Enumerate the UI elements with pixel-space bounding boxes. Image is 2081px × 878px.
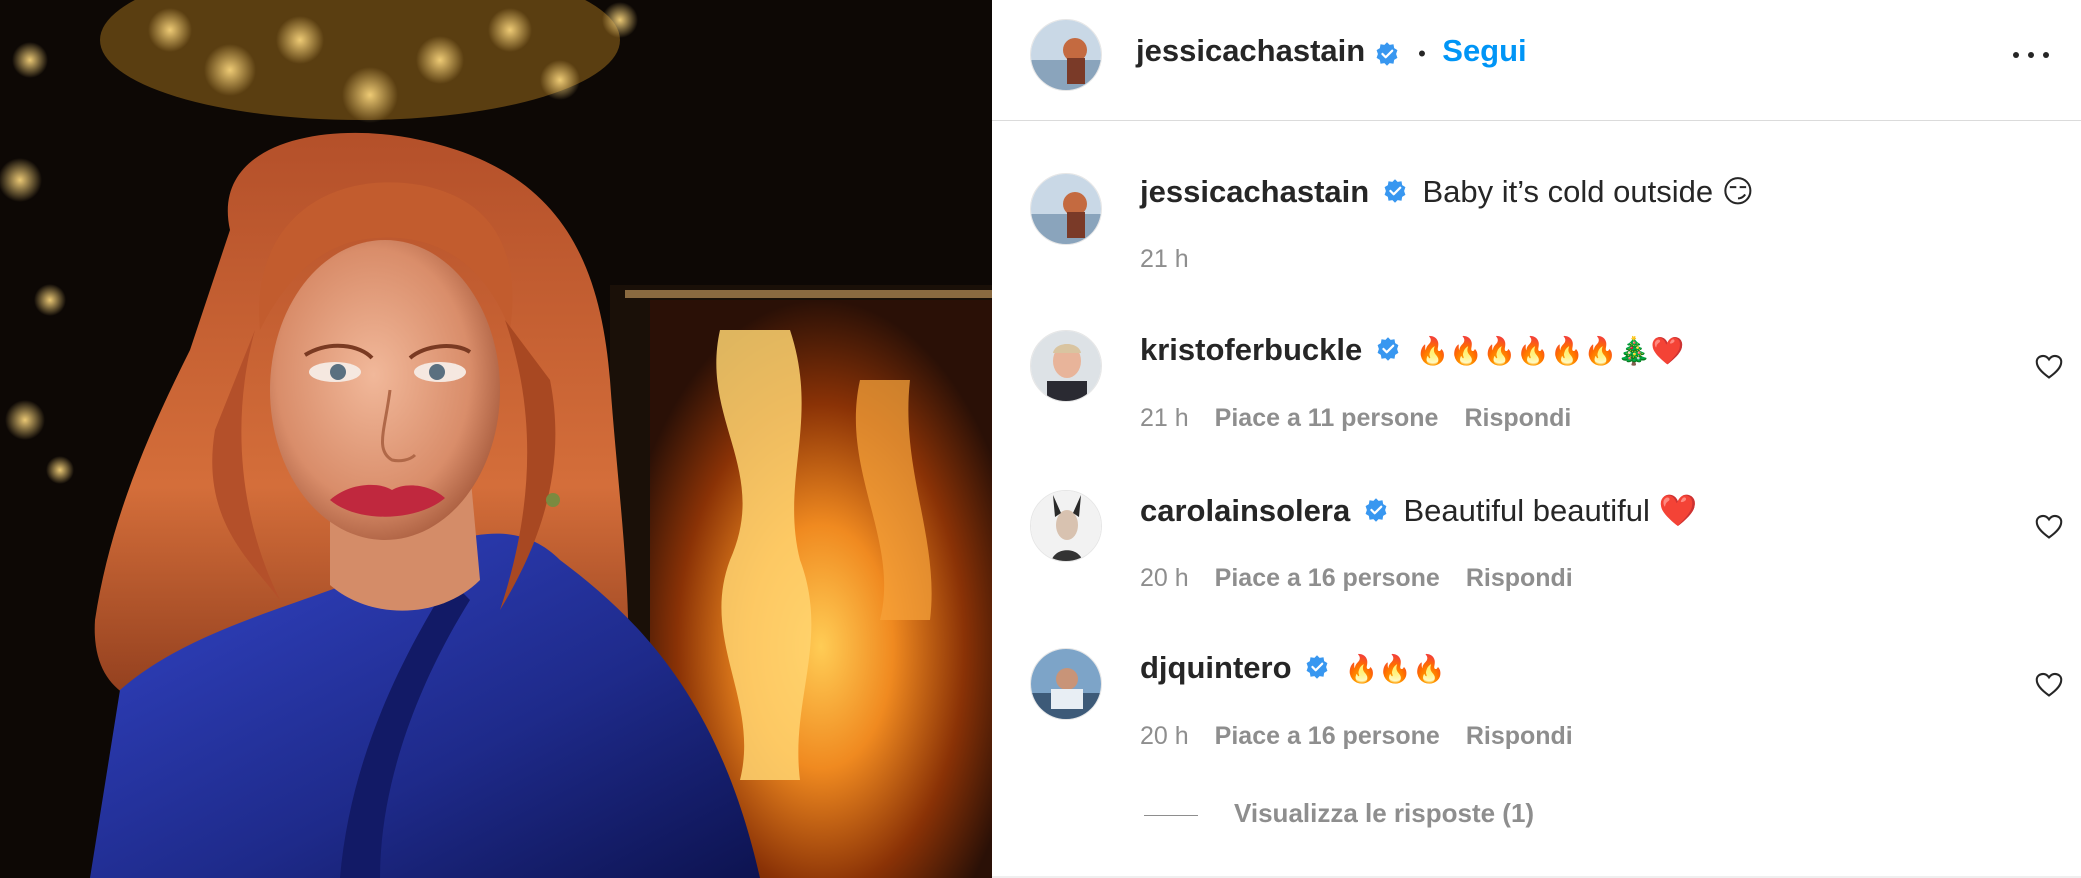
- comment-text: 🔥🔥🔥: [1344, 654, 1446, 685]
- reply-button[interactable]: Rispondi: [1464, 404, 1571, 432]
- comment-text: 🔥🔥🔥🔥🔥🔥🎄❤️: [1415, 336, 1685, 367]
- comment-row: carolainsolera Beautiful beautiful ❤️ 20…: [992, 490, 2081, 600]
- avatar-image: [1031, 331, 1101, 401]
- comment-username[interactable]: djquintero: [1140, 650, 1292, 685]
- view-replies-label: Visualizza le risposte (1): [1234, 798, 1535, 828]
- post-header: jessicachastain • Segui: [992, 0, 2081, 121]
- avatar-image: [1031, 20, 1101, 90]
- comment-line: carolainsolera Beautiful beautiful ❤️: [1140, 492, 1697, 529]
- comment-line: djquintero 🔥🔥🔥: [1140, 650, 1446, 686]
- caption-time[interactable]: 21 h: [1140, 245, 1189, 273]
- reply-button[interactable]: Rispondi: [1466, 564, 1573, 592]
- avatar-image: [1031, 491, 1101, 561]
- follow-button[interactable]: Segui: [1442, 33, 1526, 68]
- caption-text: Baby it’s cold outside 😏: [1422, 174, 1755, 209]
- reply-button[interactable]: Rispondi: [1466, 722, 1573, 750]
- avatar-image: [1031, 174, 1101, 244]
- comment-text: Beautiful beautiful ❤️: [1403, 493, 1698, 528]
- verified-badge-icon: [1365, 498, 1387, 522]
- comment-likes[interactable]: Piace a 11 persone: [1215, 404, 1439, 432]
- comment-meta: 21 h Piace a 11 persone Rispondi: [1140, 404, 1571, 433]
- heart-outline-icon[interactable]: [2035, 514, 2063, 540]
- verified-badge-icon: [1377, 337, 1399, 361]
- comment-row: kristoferbuckle 🔥🔥🔥🔥🔥🔥🎄❤️ 21 h Piace a 11…: [992, 330, 2081, 440]
- avatar-image: [1031, 649, 1101, 719]
- comment-time[interactable]: 21 h: [1140, 404, 1189, 432]
- comment-avatar[interactable]: [1030, 490, 1102, 562]
- comment-meta: 20 h Piace a 16 persone Rispondi: [1140, 722, 1573, 751]
- comment-likes[interactable]: Piace a 16 persone: [1215, 722, 1440, 750]
- verified-badge-icon: [1384, 179, 1406, 203]
- comment-likes[interactable]: Piace a 16 persone: [1215, 564, 1440, 592]
- header-separator: •: [1418, 41, 1426, 66]
- comment-avatar[interactable]: [1030, 648, 1102, 720]
- replies-divider: [1144, 814, 1198, 816]
- caption-avatar[interactable]: [1030, 173, 1102, 245]
- caption-row: jessicachastain Baby it’s cold outside 😏…: [992, 121, 2081, 274]
- more-options-icon[interactable]: [2011, 39, 2051, 69]
- caption-line: jessicachastain Baby it’s cold outside 😏: [1140, 174, 1754, 210]
- heart-outline-icon[interactable]: [2035, 354, 2063, 380]
- header-title-row: jessicachastain • Segui: [1136, 33, 1527, 70]
- comment-time[interactable]: 20 h: [1140, 564, 1189, 592]
- post-photo[interactable]: [0, 0, 992, 878]
- comment-username[interactable]: carolainsolera: [1140, 493, 1350, 528]
- author-avatar[interactable]: [1030, 19, 1102, 91]
- verified-badge-icon: [1306, 655, 1328, 679]
- author-username[interactable]: jessicachastain: [1136, 33, 1365, 68]
- caption-username[interactable]: jessicachastain: [1140, 174, 1369, 209]
- portrait-illustration: [0, 0, 992, 878]
- comment-meta: 20 h Piace a 16 persone Rispondi: [1140, 564, 1573, 593]
- comment-row: djquintero 🔥🔥🔥 20 h Piace a 16 persone Ris…: [992, 648, 2081, 758]
- verified-badge-icon: [1376, 42, 1398, 66]
- post-side-panel: jessicachastain • Segui jessicachastain …: [992, 0, 2081, 878]
- heart-outline-icon[interactable]: [2035, 672, 2063, 698]
- view-replies-button[interactable]: Visualizza le risposte (1): [1144, 798, 1534, 829]
- comment-avatar[interactable]: [1030, 330, 1102, 402]
- comment-line: kristoferbuckle 🔥🔥🔥🔥🔥🔥🎄❤️: [1140, 332, 1684, 368]
- comment-username[interactable]: kristoferbuckle: [1140, 332, 1362, 367]
- comment-time[interactable]: 20 h: [1140, 722, 1189, 750]
- caption-meta: 21 h: [1140, 245, 1189, 274]
